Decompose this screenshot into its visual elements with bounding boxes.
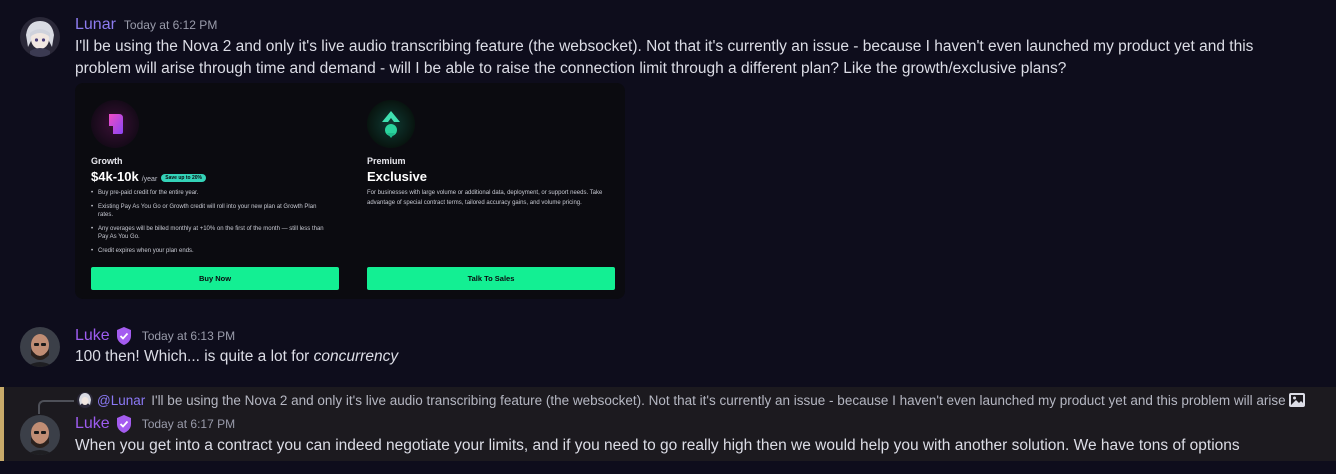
plan-price: Exclusive xyxy=(367,169,427,184)
timestamp: Today at 6:12 PM xyxy=(123,18,218,32)
plan-description: For businesses with large volume or addi… xyxy=(367,190,603,206)
message-luke-2: Luke Today at 6:17 PM When you get into … xyxy=(0,387,1336,461)
price-period: /year xyxy=(141,176,158,183)
plan-growth: Growth $4k-10k/yearSave up to 20% Buy pr… xyxy=(75,83,339,299)
author-name[interactable]: Luke xyxy=(75,327,110,345)
message-text: 100 then! Which... is quite a lot for co… xyxy=(75,346,1300,368)
premium-plan-icon xyxy=(367,100,415,148)
message-text: I'll be using the Nova 2 and only it's l… xyxy=(75,38,1254,77)
shield-check-icon[interactable] xyxy=(114,414,134,434)
benefit-item: Credit expires when your plan ends. xyxy=(91,247,331,256)
price-value: $4k-10k xyxy=(91,169,139,184)
growth-plan-icon xyxy=(91,100,139,148)
buy-now-button: Buy Now xyxy=(91,267,339,290)
shield-check-icon[interactable] xyxy=(114,326,134,346)
message-text: When you get into a contract you can ind… xyxy=(75,437,1240,454)
message-text-italic: concurrency xyxy=(313,348,399,365)
plan-benefits-list: Buy pre-paid credit for the entire year.… xyxy=(91,189,331,260)
plan-kicker: Growth xyxy=(91,156,123,166)
author-name[interactable]: Luke xyxy=(75,415,110,433)
benefit-item: Any overages will be billed monthly at +… xyxy=(91,225,331,242)
pricing-embed-image[interactable]: Growth $4k-10k/yearSave up to 20% Buy pr… xyxy=(75,83,625,299)
savings-badge: Save up to 20% xyxy=(161,173,206,182)
plan-premium: Premium Exclusive For businesses with la… xyxy=(351,83,615,299)
message-header: Lunar Today at 6:12 PM xyxy=(75,16,217,34)
avatar-luke[interactable] xyxy=(20,415,60,455)
timestamp: Today at 6:13 PM xyxy=(141,329,236,343)
benefit-item: Existing Pay As You Go or Growth credit … xyxy=(91,203,331,220)
plan-price: $4k-10k/year Save up to 20% xyxy=(91,169,206,184)
plan-kicker: Premium xyxy=(367,156,406,166)
message-luke-1: Luke Today at 6:13 PM 100 then! Which...… xyxy=(0,310,1336,380)
message-header: Luke Today at 6:17 PM xyxy=(75,414,235,434)
message-header: Luke Today at 6:13 PM xyxy=(75,326,235,346)
author-name[interactable]: Lunar xyxy=(75,16,116,34)
message-text-plain: 100 then! Which... is quite a lot for xyxy=(75,348,314,365)
message-lunar-1: Lunar Today at 6:12 PM I'll be using the… xyxy=(0,0,1336,305)
benefit-item: Buy pre-paid credit for the entire year. xyxy=(91,189,331,198)
timestamp: Today at 6:17 PM xyxy=(141,417,236,431)
talk-to-sales-button: Talk To Sales xyxy=(367,267,615,290)
avatar-luke[interactable] xyxy=(20,327,60,367)
avatar-lunar[interactable] xyxy=(20,17,60,57)
